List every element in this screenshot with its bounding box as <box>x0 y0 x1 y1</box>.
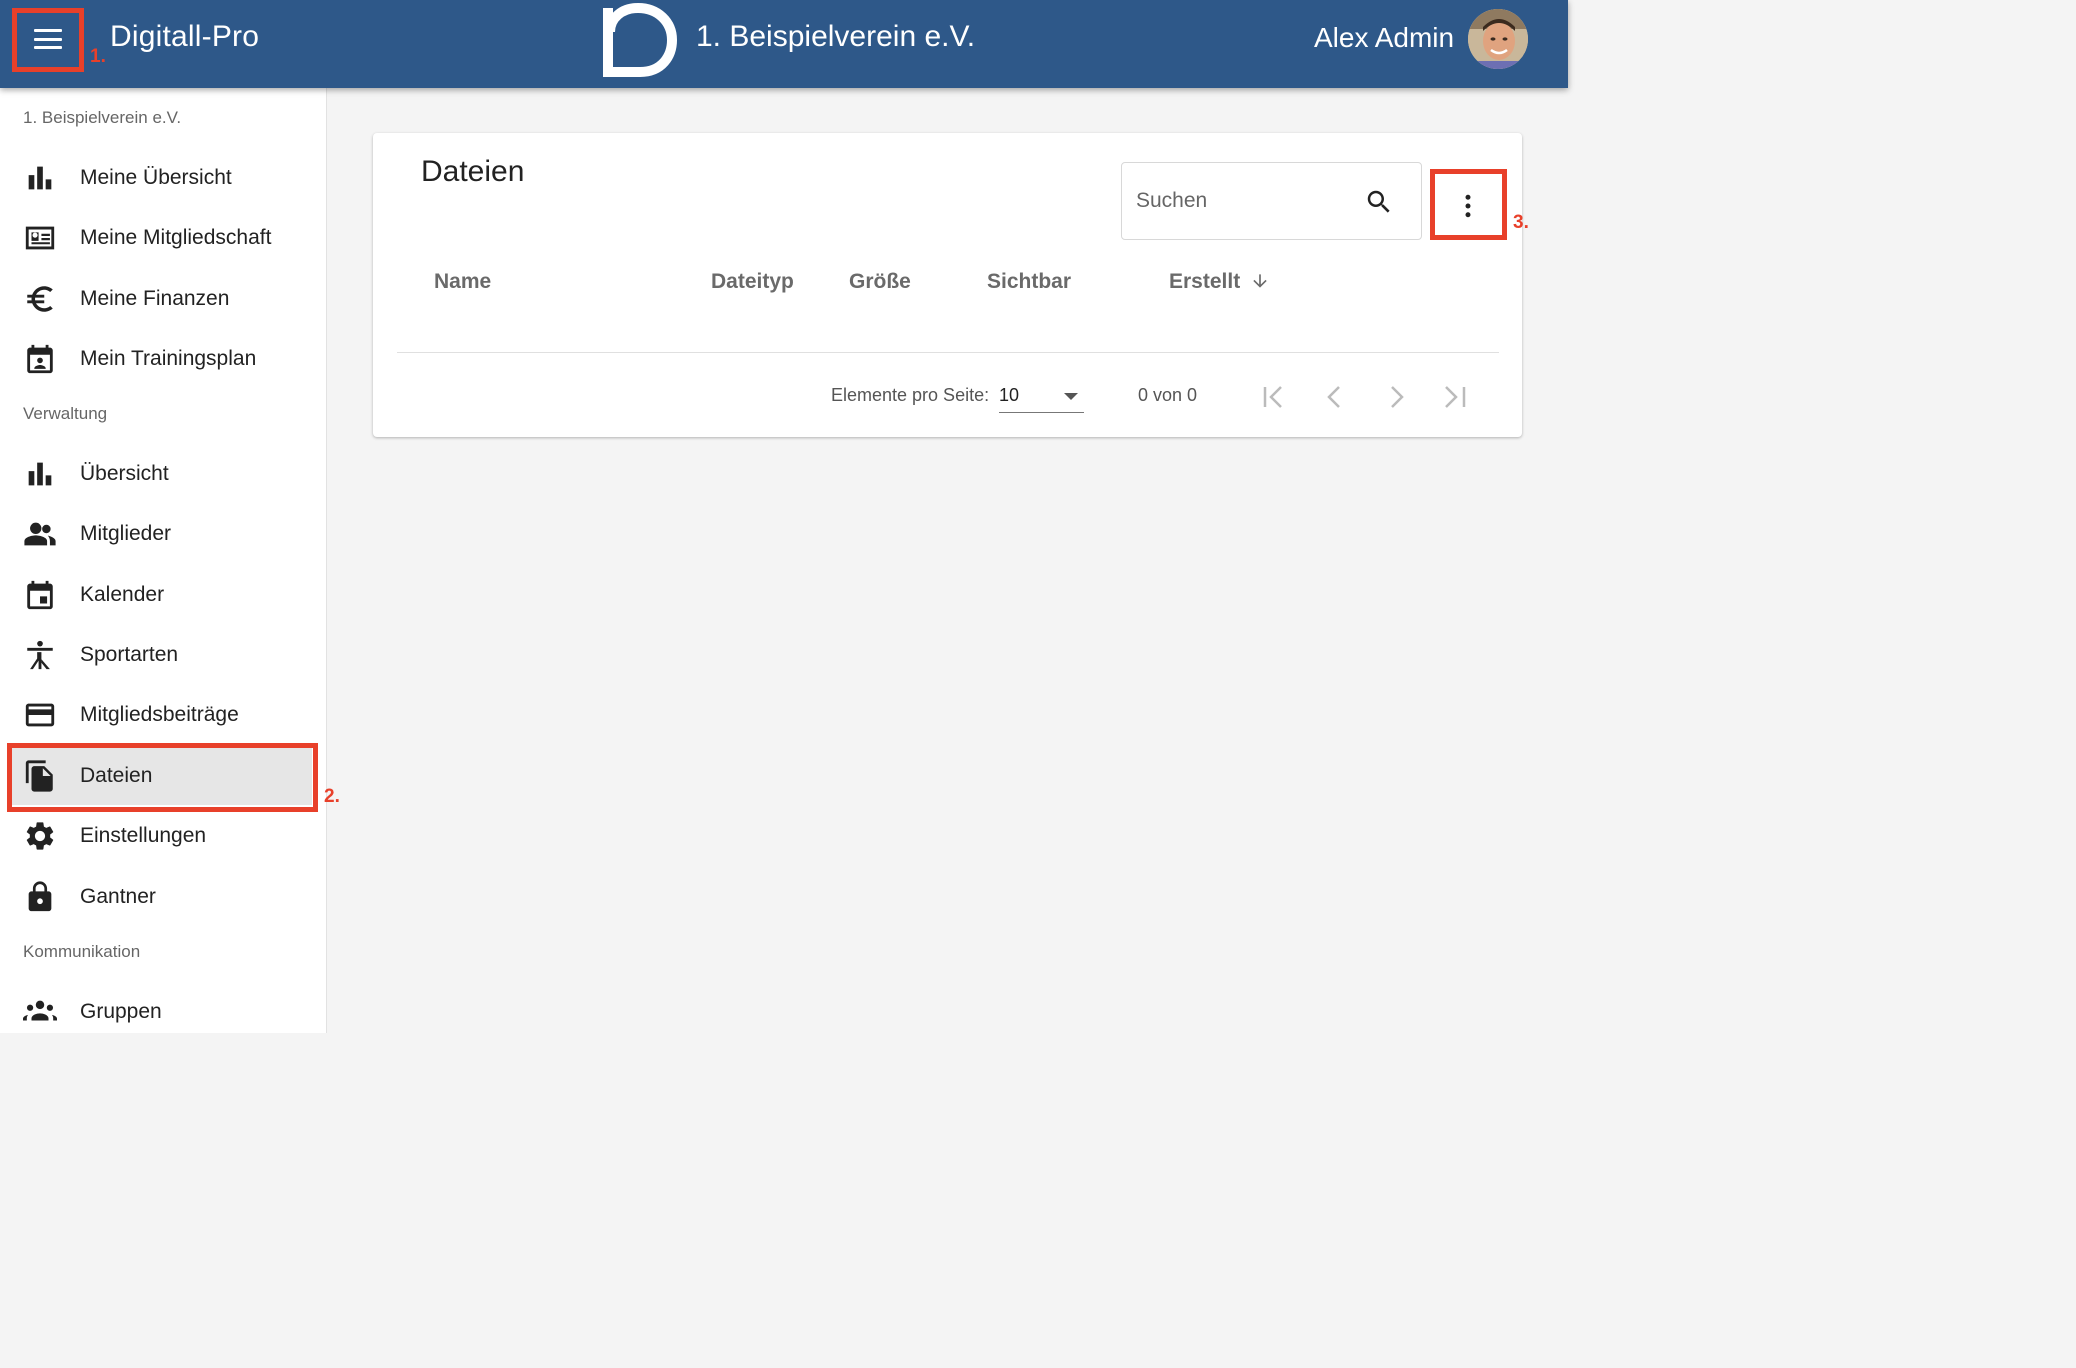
avatar[interactable] <box>1468 9 1528 69</box>
sidebar-item-label: Dateien <box>80 764 153 787</box>
sidebar-item-label: Mein Trainingsplan <box>80 347 257 370</box>
id-card-icon <box>22 220 58 256</box>
sidebar-item-mitglieder[interactable]: Mitglieder <box>8 505 312 563</box>
last-page-button[interactable] <box>1438 381 1474 413</box>
sidebar-item-kalender[interactable]: Kalender <box>8 566 312 624</box>
search-input[interactable] <box>1136 183 1356 219</box>
sidebar-item-label: Gantner <box>80 885 156 908</box>
sidebar-item-dateien[interactable]: Dateien <box>8 747 312 805</box>
sidebar-item-gruppen[interactable]: Gruppen <box>8 983 312 1041</box>
sidebar-item-mein-trainingsplan[interactable]: Mein Trainingsplan <box>8 330 312 388</box>
lock-icon <box>22 879 58 915</box>
hamburger-menu-button[interactable] <box>14 9 82 69</box>
last-page-icon <box>1445 386 1466 408</box>
sidebar-item-label: Gruppen <box>80 1000 162 1023</box>
first-page-icon <box>1263 386 1282 408</box>
calendar-person-icon <box>22 341 58 377</box>
club-logo <box>603 2 678 77</box>
sidebar-item-einstellungen[interactable]: Einstellungen <box>8 807 312 865</box>
annotation-label-3: 3. <box>1513 212 1529 233</box>
annotation-label-2: 2. <box>324 786 340 807</box>
sidebar-item-label: Mitglieder <box>80 522 172 545</box>
items-per-page-select[interactable]: 10 <box>999 379 1084 413</box>
items-per-page-label: Elemente pro Seite: <box>831 385 990 405</box>
sidebar-item-sportarten[interactable]: Sportarten <box>8 626 312 684</box>
more-vert-icon <box>1465 194 1471 218</box>
more-options-button[interactable] <box>1433 173 1503 239</box>
top-app-bar: Digitall-Pro 1. Beispielverein e.V. Alex… <box>0 0 1568 88</box>
next-page-button[interactable] <box>1378 381 1414 413</box>
files-card: Dateien Name Dateityp Größe Sichtbar Ers… <box>373 133 1522 437</box>
sidebar-navigation: 1. Beispielverein e.V. Meine Übersicht M… <box>0 88 327 1033</box>
club-title: 1. Beispielverein e.V. <box>696 20 976 53</box>
sidebar-section-verwaltung: Verwaltung <box>23 404 108 423</box>
annotation-label-1: 1. <box>90 46 106 67</box>
sidebar-item-meine-uebersicht[interactable]: Meine Übersicht <box>8 149 312 207</box>
gear-icon <box>22 818 58 854</box>
people-icon <box>22 516 58 552</box>
column-header-groesse[interactable]: Größe <box>849 270 911 294</box>
sidebar-item-label: Kalender <box>80 583 165 606</box>
column-header-dateityp[interactable]: Dateityp <box>711 270 794 294</box>
sidebar-item-label: Meine Mitgliedschaft <box>80 226 272 249</box>
calendar-icon <box>22 577 58 613</box>
items-per-page-value: 10 <box>999 385 1020 405</box>
groups-icon <box>22 994 58 1030</box>
credit-card-icon <box>22 697 58 733</box>
sidebar-item-label: Mitgliedsbeiträge <box>80 703 239 726</box>
bar-chart-icon <box>22 456 58 492</box>
first-page-button[interactable] <box>1257 381 1293 413</box>
sidebar-item-label: Sportarten <box>80 643 179 666</box>
table-divider <box>397 352 1499 353</box>
sidebar-item-mitgliedsbeitraege[interactable]: Mitgliedsbeiträge <box>8 686 312 744</box>
search-field[interactable] <box>1121 162 1422 240</box>
hamburger-menu-icon <box>34 29 62 49</box>
files-icon <box>22 758 58 794</box>
sidebar-item-uebersicht[interactable]: Übersicht <box>8 445 312 503</box>
sidebar-item-gantner[interactable]: Gantner <box>8 868 312 926</box>
sort-arrow-down-icon <box>1253 274 1267 288</box>
column-header-sichtbar[interactable]: Sichtbar <box>987 270 1071 294</box>
sidebar-section-club: 1. Beispielverein e.V. <box>23 108 182 127</box>
previous-page-button[interactable] <box>1317 381 1353 413</box>
sidebar-item-label: Einstellungen <box>80 824 207 847</box>
bar-chart-icon <box>22 160 58 196</box>
pagination-range: 0 von 0 <box>1138 385 1198 405</box>
sidebar-item-label: Meine Finanzen <box>80 287 230 310</box>
user-name[interactable]: Alex Admin <box>1314 22 1454 54</box>
search-icon[interactable] <box>1364 187 1394 217</box>
column-header-erstellt[interactable]: Erstellt <box>1169 270 1270 294</box>
column-header-name[interactable]: Name <box>434 270 491 294</box>
sidebar-item-meine-mitgliedschaft[interactable]: Meine Mitgliedschaft <box>8 209 312 267</box>
chevron-right-icon <box>1391 386 1404 408</box>
page-title: Dateien <box>421 155 525 188</box>
euro-icon <box>22 281 58 317</box>
column-header-label: Erstellt <box>1169 270 1241 293</box>
app-title: Digitall-Pro <box>110 20 260 53</box>
sport-figure-icon <box>22 637 58 673</box>
chevron-down-icon <box>1064 393 1078 400</box>
sidebar-item-meine-finanzen[interactable]: Meine Finanzen <box>8 270 312 328</box>
sidebar-item-label: Meine Übersicht <box>80 166 232 189</box>
sidebar-item-label: Übersicht <box>80 462 169 485</box>
chevron-left-icon <box>1327 386 1340 408</box>
sidebar-section-kommunikation: Kommunikation <box>23 942 141 961</box>
